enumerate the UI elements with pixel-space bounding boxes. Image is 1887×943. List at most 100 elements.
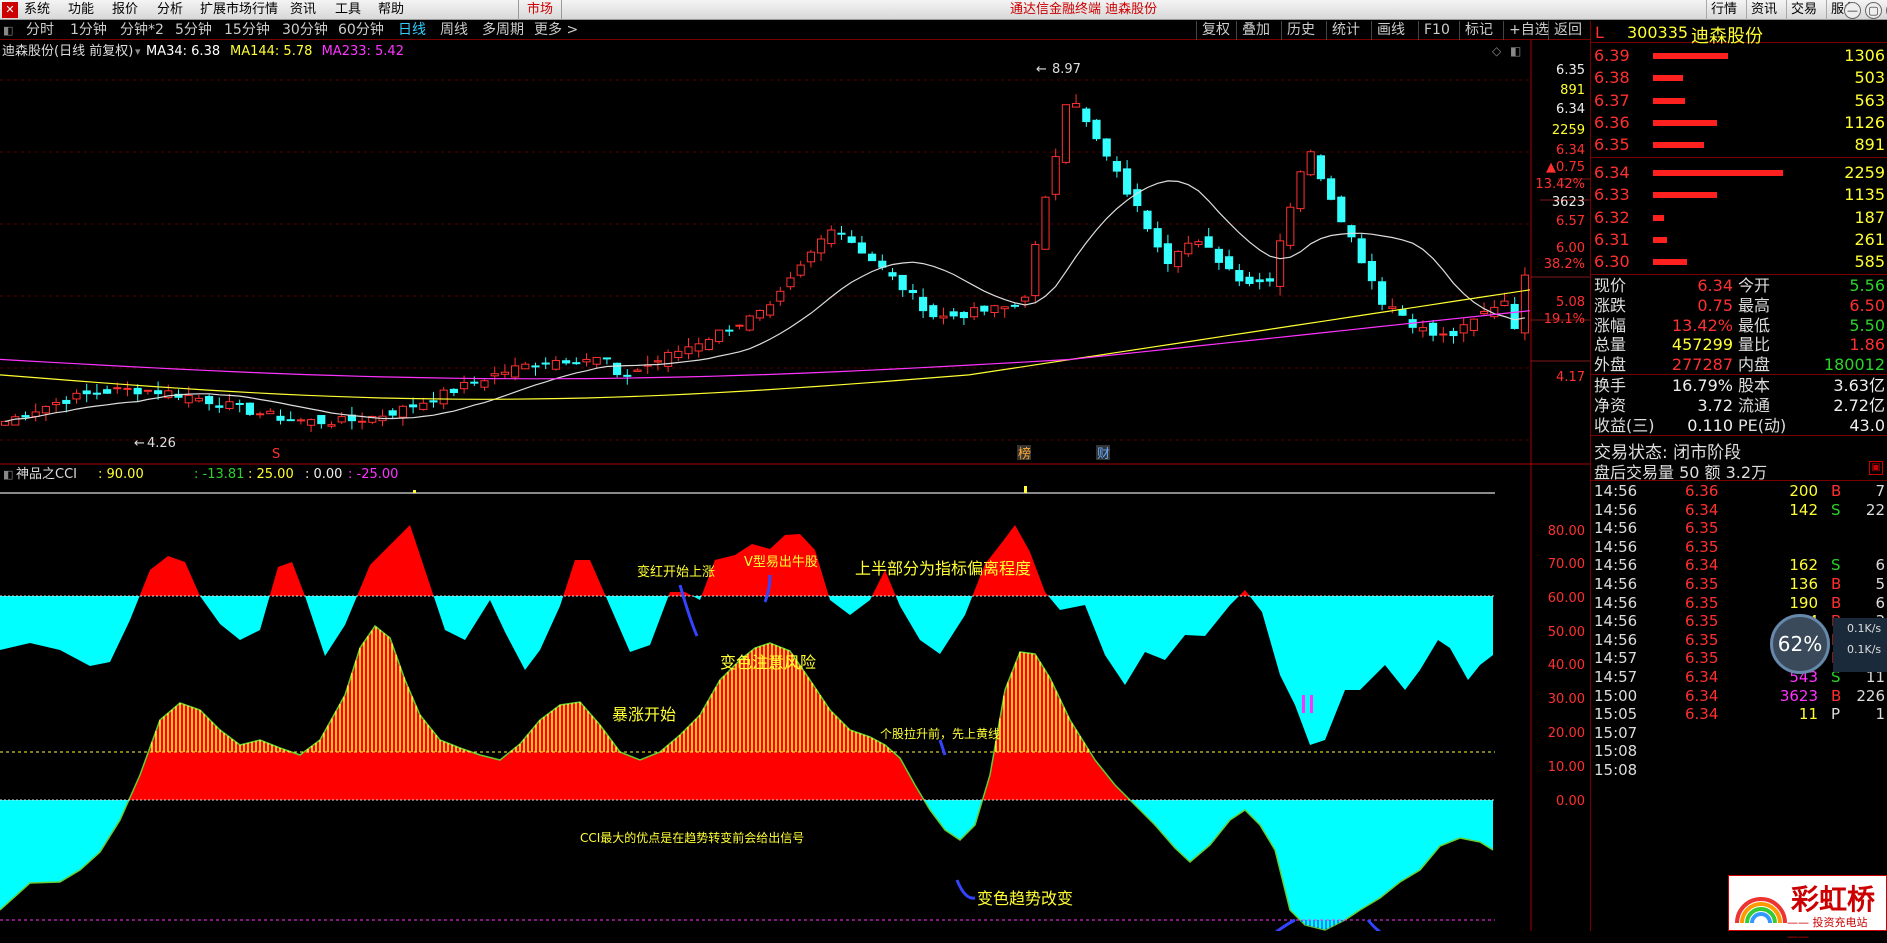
top-btn-0[interactable]: 行情 [1706, 0, 1741, 20]
annotation-1: V型易出牛股 [744, 555, 818, 570]
ask-level[interactable]: 6.36 1126 [1591, 112, 1887, 134]
tick-volume: 11 [1798, 705, 1818, 724]
ask-level[interactable]: 6.39 1306 [1591, 45, 1887, 67]
candle-body [1061, 104, 1070, 163]
tool-btn-6[interactable]: 标记 [1459, 21, 1498, 40]
book-price: 6.39 [1594, 46, 1630, 65]
annotation-3: 变色注意风险 [720, 653, 816, 672]
bid-level[interactable]: 6.34 2259 [1591, 162, 1887, 184]
candle-body [143, 389, 152, 392]
candle-body [817, 238, 826, 254]
book-volume: 2259 [1844, 163, 1885, 182]
tick-price: 6.34 [1685, 705, 1719, 724]
tool-btn-4[interactable]: 画线 [1371, 21, 1410, 40]
bid-level[interactable]: 6.31 261 [1591, 229, 1887, 251]
ask-level[interactable]: 6.35 891 [1591, 134, 1887, 156]
tool-btn-0[interactable]: 复权 [1196, 21, 1235, 40]
bid-level[interactable]: 6.30 585 [1591, 251, 1887, 273]
diamond-icon[interactable]: ◇ [1492, 44, 1502, 58]
event-marker-0[interactable]: S [272, 447, 280, 462]
annotation-6: CCI最大的优点是在趋势转变前会给出信号 [580, 830, 804, 845]
tick-price: 6.35 [1685, 519, 1719, 538]
period-tab-0[interactable]: 分时 [26, 21, 54, 40]
menu-item-1[interactable]: 功能 [68, 1, 94, 19]
price-axis-label: 5.08 [1556, 295, 1585, 310]
tick-time: 14:56 [1594, 556, 1638, 575]
tick-row: 14:56 6.35 190 B 6 [1591, 594, 1887, 612]
book-price: 6.35 [1594, 135, 1630, 155]
candle-body [1010, 304, 1019, 307]
tool-btn-7[interactable]: +自选 [1503, 21, 1554, 40]
tick-row: 15:08 [1591, 761, 1887, 779]
period-tab-8[interactable]: 周线 [440, 21, 468, 40]
period-tab-5[interactable]: 30分钟 [282, 21, 328, 40]
period-tab-3[interactable]: 5分钟 [175, 21, 212, 40]
top-btn-2[interactable]: 交易 [1786, 0, 1821, 20]
period-tab-9[interactable]: 多周期 [482, 21, 524, 40]
minimize-icon[interactable]: — [1844, 2, 1861, 19]
price-axis-label: ▲0.75 [1546, 160, 1585, 175]
tool-btn-5[interactable]: F10 [1418, 21, 1455, 40]
dropdown-icon[interactable]: ▾ [135, 45, 141, 58]
bid-level[interactable]: 6.32 187 [1591, 207, 1887, 229]
tick-time: 14:56 [1594, 537, 1638, 556]
candle-body [694, 343, 703, 352]
candle-body [1286, 206, 1295, 246]
panel-toggle-icon[interactable]: ◧ [3, 21, 13, 40]
tool-btn-8[interactable]: 返回 [1548, 21, 1587, 40]
book-volume-bar [1653, 75, 1684, 82]
ask-level[interactable]: 6.38 503 [1591, 67, 1887, 89]
candle-body [786, 277, 795, 288]
candle-body [837, 232, 846, 235]
event-marker-2[interactable]: 财 [1097, 447, 1110, 462]
ask-level[interactable]: 6.37 563 [1591, 90, 1887, 112]
candle-body [296, 419, 305, 422]
pane-toggle-icon[interactable]: ◧ [1510, 44, 1521, 58]
period-tab-1[interactable]: 1分钟 [70, 21, 107, 40]
candle-body [215, 405, 224, 408]
quote-stat-row: 涨幅 13.42% 最低 5.50 [1591, 316, 1887, 336]
tick-row: 15:00 6.34 3623 B 226 [1591, 687, 1887, 705]
period-tab-6[interactable]: 60分钟 [338, 21, 384, 40]
candle-body [796, 264, 805, 276]
tick-side: B [1831, 593, 1842, 612]
candle-body [1031, 244, 1040, 297]
candle-body [674, 350, 683, 358]
period-tab-7[interactable]: 日线 [398, 21, 426, 40]
candle-body [419, 402, 428, 410]
menu-item-4[interactable]: 扩展市场行情 [200, 1, 278, 19]
menu-item-7[interactable]: 帮助 [378, 1, 404, 19]
period-tab-2[interactable]: 分钟*2 [120, 21, 164, 40]
tool-btn-2[interactable]: 历史 [1281, 21, 1320, 40]
price-axis-label: 6.00 [1556, 241, 1585, 256]
tick-time: 14:57 [1594, 649, 1638, 668]
period-tab-10[interactable]: 更多 > [534, 21, 578, 40]
menu-item-6[interactable]: 工具 [335, 1, 361, 19]
collapse-icon[interactable]: ◧ [3, 468, 13, 481]
menu-item-3[interactable]: 分析 [157, 1, 183, 19]
period-tab-4[interactable]: 15分钟 [224, 21, 270, 40]
menu-item-0[interactable]: 系统 [24, 1, 50, 19]
stat-value: 277287 [1671, 355, 1733, 375]
stat-label: 总量 [1594, 335, 1627, 355]
expand-icon[interactable]: ▣ [1869, 461, 1883, 475]
stat-value: 5.50 [1849, 315, 1885, 335]
market-button[interactable]: 市场 [518, 0, 563, 20]
maximize-icon[interactable]: ▢ [1865, 2, 1882, 19]
book-price: 6.32 [1594, 207, 1630, 227]
menu-item-5[interactable]: 资讯 [290, 1, 316, 19]
menu-item-2[interactable]: 报价 [112, 1, 138, 19]
tool-btn-1[interactable]: 叠加 [1236, 21, 1275, 40]
event-marker-1[interactable]: 榜 [1018, 446, 1031, 462]
tick-time: 14:56 [1594, 500, 1638, 519]
high-arrow-icon: ← [1036, 62, 1047, 77]
tick-row: 14:56 6.35 [1591, 519, 1887, 537]
top-btn-1[interactable]: 资讯 [1746, 0, 1781, 20]
chart-area[interactable]: 迪森股份(日线 前复权) ▾ MA34: 6.38 MA144: 5.78 MA233:… [0, 40, 1590, 931]
brand-logo: 彩虹桥 —— 投资充电站 —— [1728, 875, 1887, 943]
tool-btn-3[interactable]: 统计 [1326, 21, 1365, 40]
bid-level[interactable]: 6.33 1135 [1591, 184, 1887, 206]
candle-body [1000, 306, 1009, 310]
stat-value: 43.0 [1849, 416, 1885, 435]
book-price: 6.30 [1594, 252, 1630, 272]
